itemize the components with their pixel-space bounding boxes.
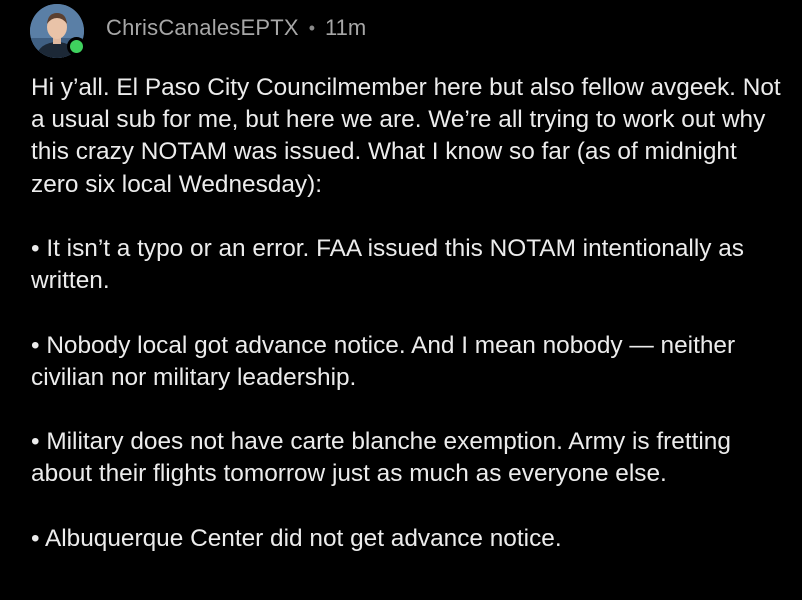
comment-timestamp[interactable]: 11m (325, 15, 366, 41)
comment-paragraph: Hi y’all. El Paso City Councilmember her… (31, 74, 781, 198)
online-status-indicator (67, 37, 86, 56)
comment-header: ChrisCanalesEPTX • 11m (30, 0, 366, 60)
comment-bullet: • Albuquerque Center did not get advance… (31, 524, 562, 552)
comment-body: Hi y’all. El Paso City Councilmember her… (31, 72, 781, 587)
author-username[interactable]: ChrisCanalesEPTX (106, 15, 299, 41)
comment-bullet: • Military does not have carte blanche e… (31, 428, 731, 488)
avatar[interactable] (30, 4, 86, 58)
comment-meta: ChrisCanalesEPTX • 11m (106, 15, 366, 41)
comment-bullet: • Nobody local got advance notice. And I… (31, 331, 736, 391)
comment-bullet: • It isn’t a typo or an error. FAA issue… (31, 235, 745, 295)
meta-separator: • (308, 17, 316, 38)
